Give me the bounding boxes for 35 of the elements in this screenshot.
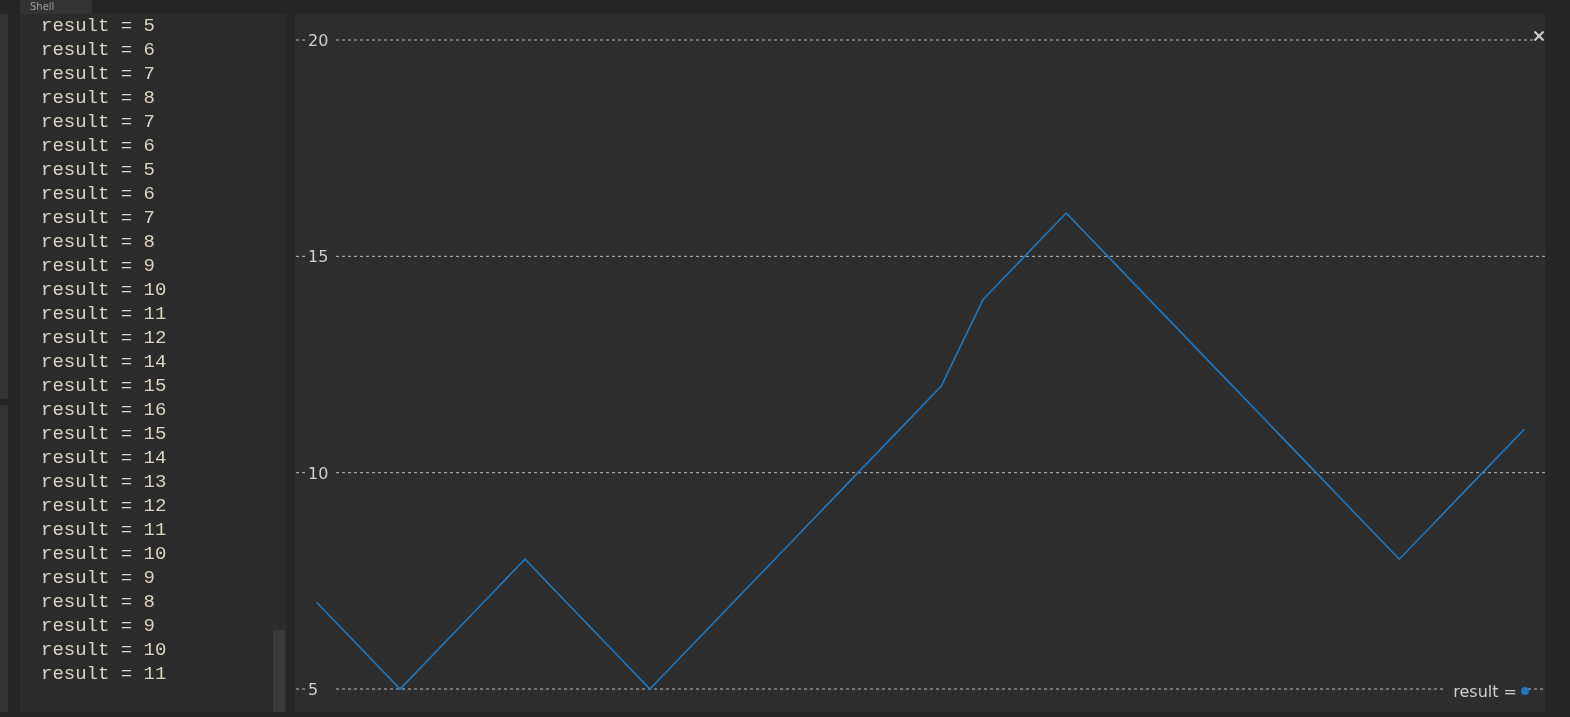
output-line: result = 10: [41, 542, 167, 566]
output-line: result = 6: [41, 182, 157, 206]
y-tick-label: 10: [308, 463, 329, 483]
output-line: result = 15: [41, 374, 167, 398]
output-line: result = 8: [41, 230, 157, 254]
y-tick-label: 15: [308, 247, 329, 267]
close-icon[interactable]: [1534, 31, 1544, 41]
output-line: result = 8: [41, 86, 157, 110]
output-line: result = 14: [41, 446, 167, 470]
output-line: result = 7: [41, 62, 157, 86]
output-line: result = 10: [41, 638, 167, 662]
output-line: result = 9: [41, 614, 157, 638]
output-line: result = 7: [41, 110, 157, 134]
output-line: result = 10: [41, 278, 167, 302]
output-line: result = 15: [41, 422, 167, 446]
output-line: result = 12: [41, 326, 167, 350]
y-tick-label: 5: [308, 680, 319, 699]
output-line: result = 8: [41, 590, 157, 614]
output-line: result = 5: [41, 14, 157, 38]
output-line: result = 11: [41, 518, 167, 542]
output-line: result = 13: [41, 470, 167, 494]
output-line: result = 7: [41, 206, 157, 230]
shell-tab[interactable]: Shell: [20, 0, 92, 14]
output-line: result = 11: [41, 662, 167, 686]
output-line: result = 11: [41, 302, 167, 326]
y-tick-label: 20: [308, 31, 329, 50]
legend-label: result =: [1453, 682, 1517, 701]
output-line: result = 9: [41, 254, 157, 278]
output-line: result = 12: [41, 494, 167, 518]
output-line: result = 9: [41, 566, 157, 590]
output-line: result = 5: [41, 158, 157, 182]
output-line: result = 6: [41, 134, 157, 158]
output-line: result = 6: [41, 38, 157, 62]
output-line: result = 16: [41, 398, 167, 422]
output-line: result = 14: [41, 350, 167, 374]
